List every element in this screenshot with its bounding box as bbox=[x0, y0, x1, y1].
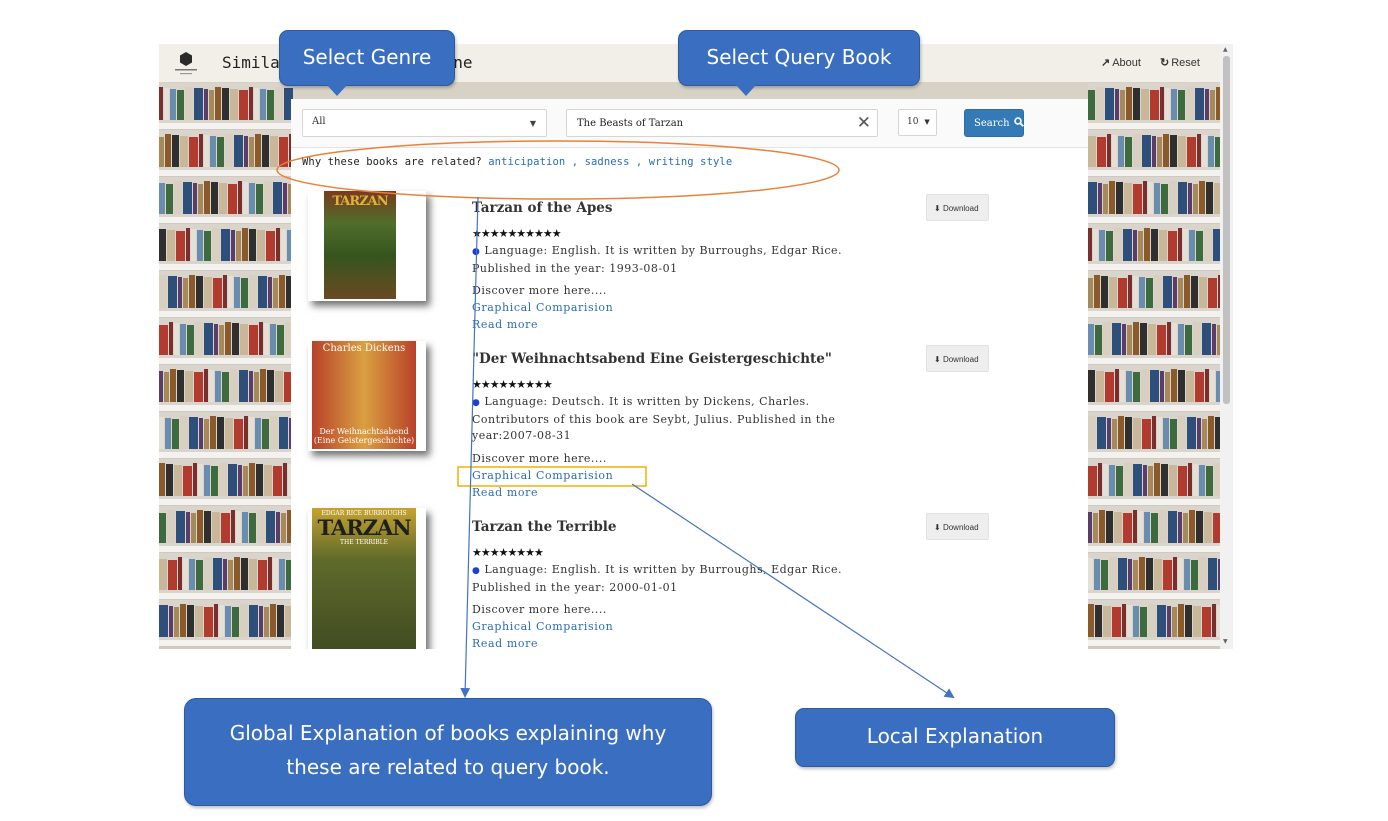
select-query-book-callout: Select Query Book bbox=[678, 30, 920, 86]
local-explanation-callout: Local Explanation bbox=[795, 708, 1115, 767]
select-genre-text: Select Genre bbox=[302, 45, 432, 69]
graphical-comparison-highlight-box bbox=[457, 466, 647, 487]
callout-pointer bbox=[736, 85, 756, 96]
global-explanation-callout: Global Explanation of books explaining w… bbox=[184, 698, 712, 806]
local-explanation-arrow bbox=[631, 483, 955, 699]
keywords-highlight-ellipse bbox=[276, 140, 840, 200]
global-explanation-arrow bbox=[460, 196, 479, 698]
global-explanation-text: Global Explanation of books explaining w… bbox=[229, 721, 667, 779]
local-explanation-text: Local Explanation bbox=[866, 724, 1044, 748]
callout-pointer bbox=[327, 85, 347, 96]
select-genre-callout: Select Genre bbox=[279, 30, 455, 86]
select-query-book-text: Select Query Book bbox=[706, 45, 892, 69]
